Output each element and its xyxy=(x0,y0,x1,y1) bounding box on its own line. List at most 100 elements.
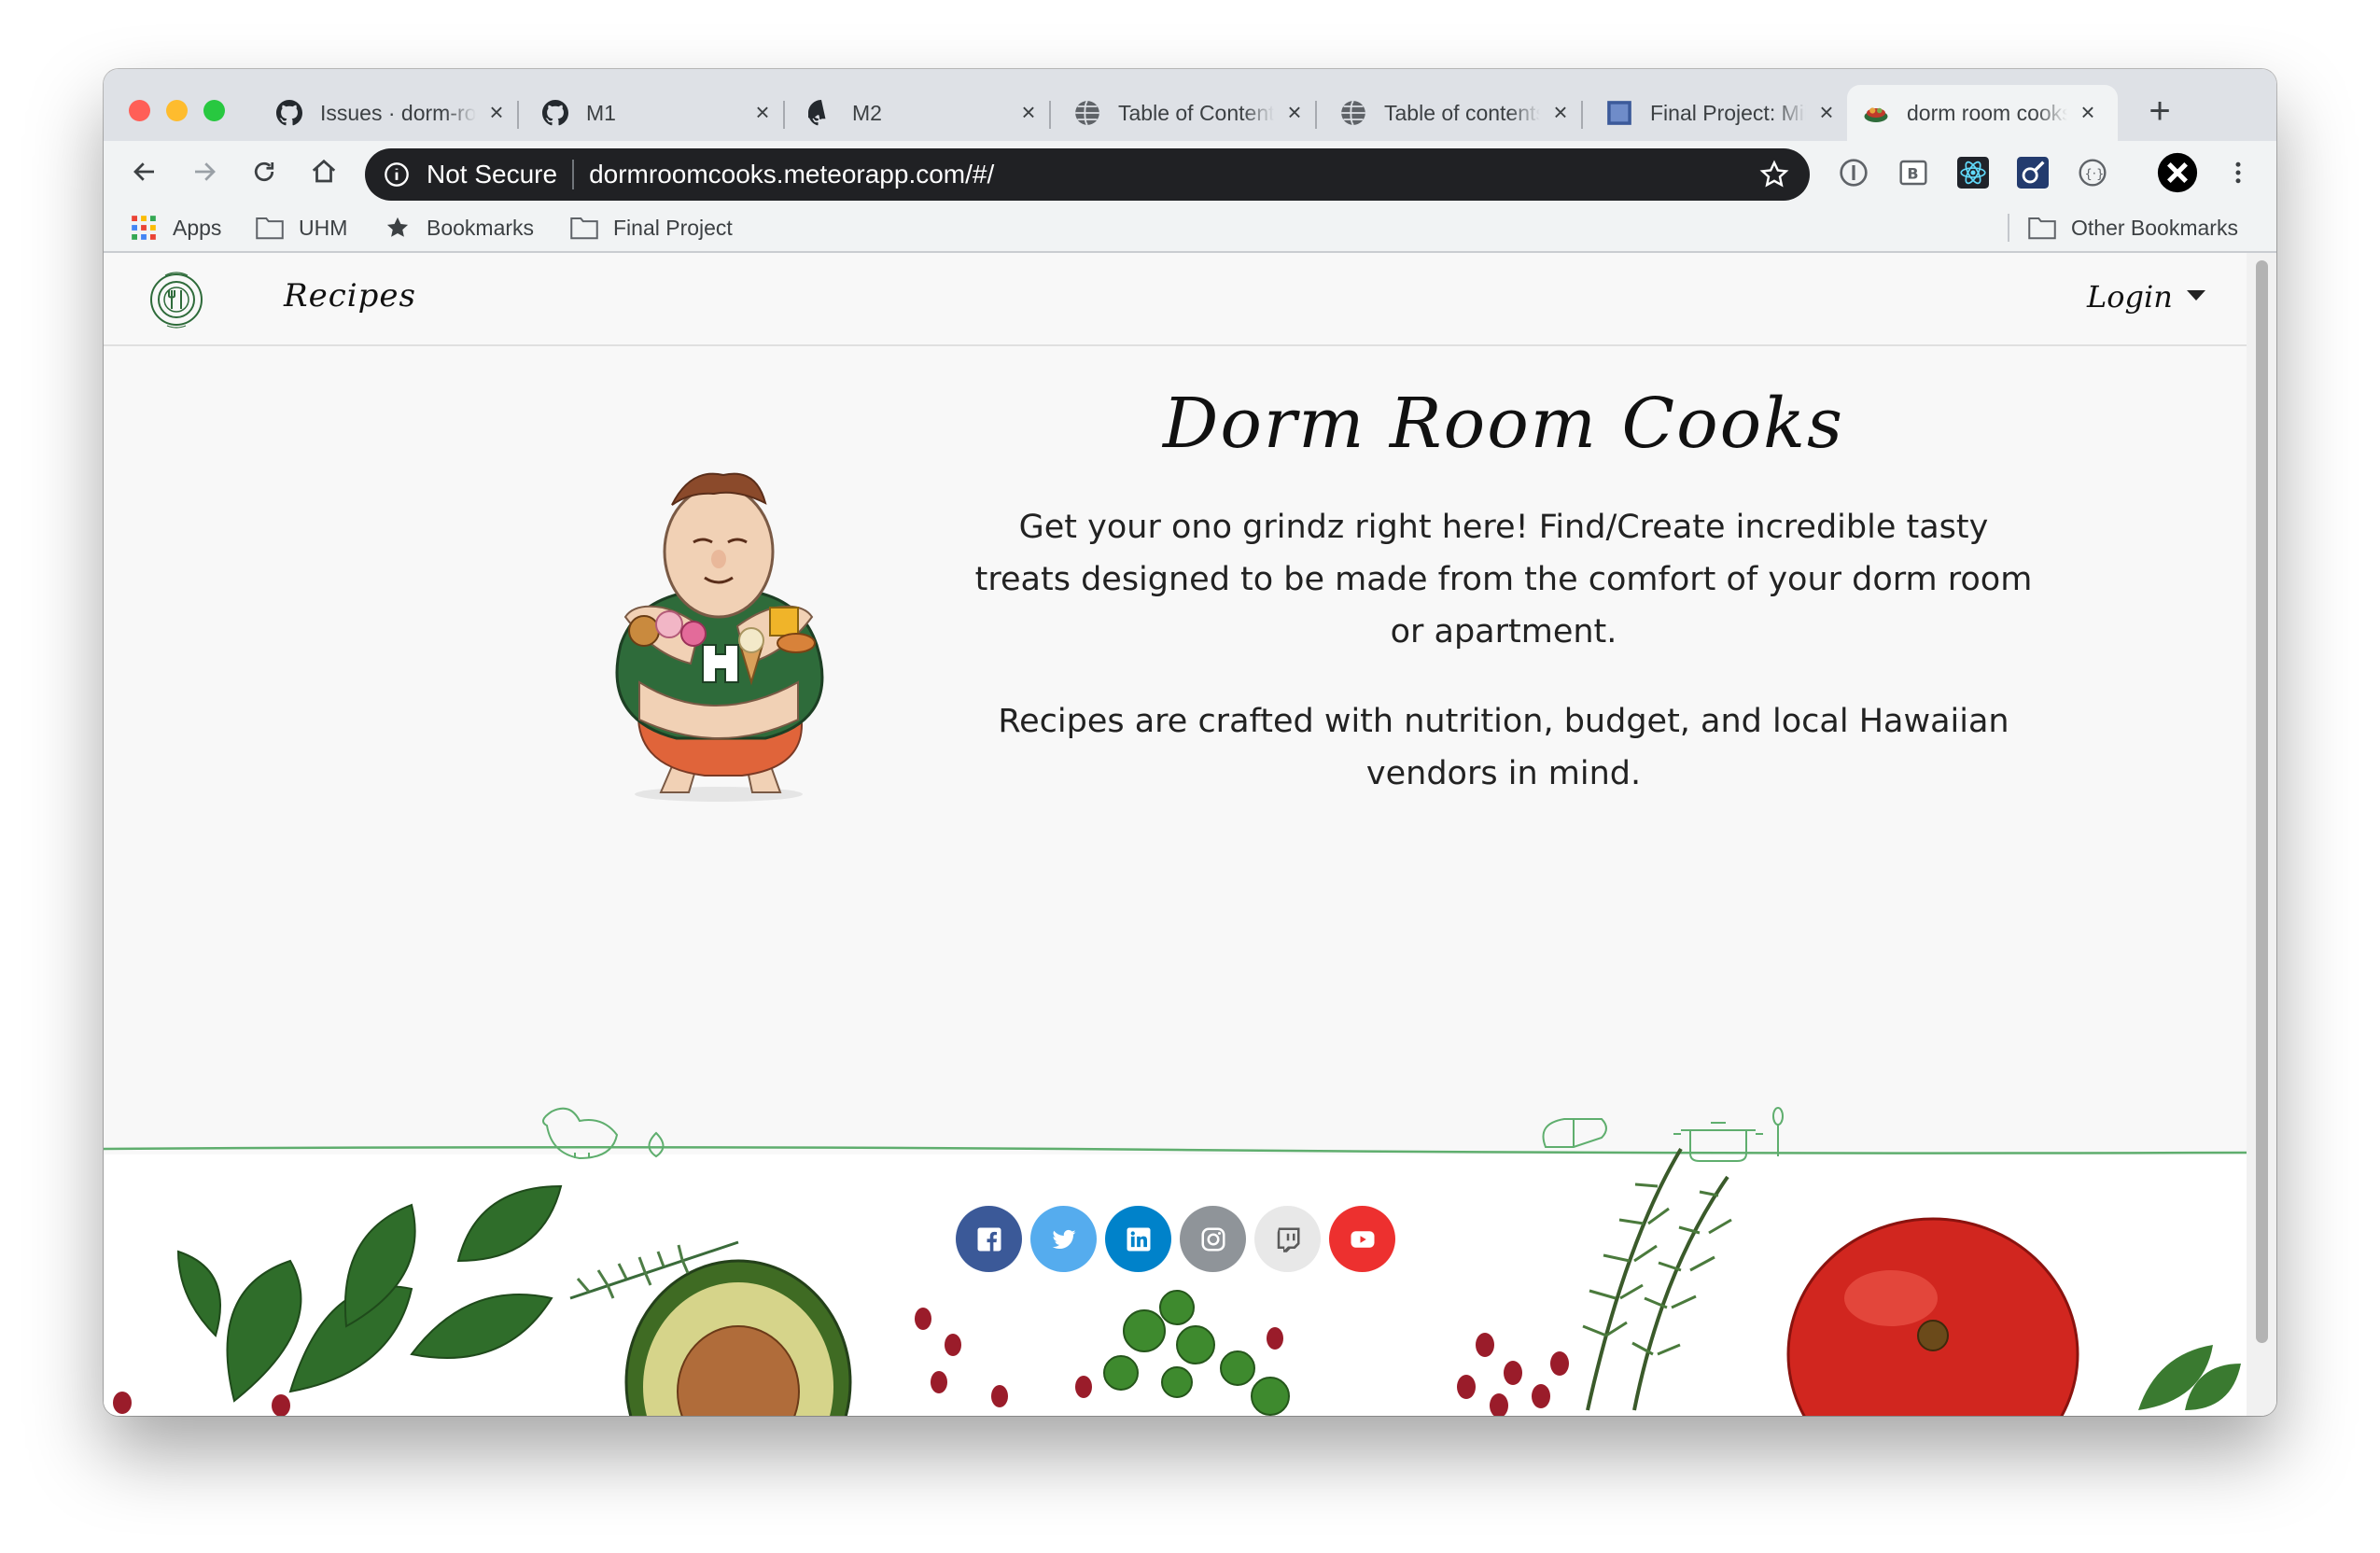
scrollbar-thumb[interactable] xyxy=(2256,260,2268,1343)
tab-dorm-room-cooks[interactable]: dorm room cooks × xyxy=(1847,85,2118,141)
bookmark-bookmarks[interactable]: Bookmarks xyxy=(384,212,534,244)
arrow-right-icon xyxy=(195,162,216,181)
tab-title: Table of Contents xyxy=(1118,100,1274,125)
hero-paragraph: Recipes are crafted with nutrition, budg… xyxy=(998,703,2009,792)
nav-login-dropdown[interactable]: Login xyxy=(2087,279,2173,315)
instagram-icon xyxy=(1201,1227,1225,1251)
home-button[interactable] xyxy=(305,153,343,190)
tab-title: M2 xyxy=(852,100,882,125)
twitch-button[interactable] xyxy=(1254,1206,1321,1272)
bookmarks-bar: Apps UHM Bookmarks Final Project Other B… xyxy=(104,203,2276,253)
bookmark-other[interactable]: Other Bookmarks xyxy=(2028,212,2238,244)
close-icon[interactable]: × xyxy=(2077,100,2099,124)
tab-issues[interactable]: Issues · dorm-room-cooks × xyxy=(260,85,526,141)
home-icon xyxy=(312,159,336,183)
info-icon[interactable] xyxy=(384,161,410,188)
reload-icon xyxy=(254,161,274,182)
bookmark-label: Bookmarks xyxy=(427,215,535,240)
youtube-button[interactable] xyxy=(1329,1206,1395,1272)
bold-extension-icon[interactable]: B xyxy=(1897,157,1929,189)
address-bar[interactable]: Not Secure dormroomcooks.meteorapp.com/#… xyxy=(365,148,1810,201)
react-devtools-icon[interactable] xyxy=(1957,157,1989,189)
close-circle-extension-icon[interactable] xyxy=(2157,152,2198,193)
forward-button[interactable] xyxy=(186,153,223,190)
site-navbar: Recipes Login xyxy=(104,253,2247,346)
reload-button[interactable] xyxy=(245,153,283,190)
tab-separator xyxy=(1049,101,1051,129)
tab-title: Table of contents xyxy=(1384,100,1540,125)
twitch-icon xyxy=(1277,1227,1299,1252)
youtube-icon xyxy=(1351,1230,1374,1248)
linkedin-button[interactable] xyxy=(1105,1206,1171,1272)
browser-toolbar: Not Secure dormroomcooks.meteorapp.com/#… xyxy=(104,141,2276,203)
globe-icon xyxy=(1339,99,1367,127)
nav-recipes-link[interactable]: Recipes xyxy=(284,277,416,315)
menu-dots-icon[interactable] xyxy=(2222,157,2254,189)
minimize-window-button[interactable] xyxy=(166,100,188,121)
json-extension-icon[interactable]: {·} xyxy=(2077,157,2108,189)
github-icon xyxy=(807,99,835,127)
tab-m1[interactable]: M1 × xyxy=(526,85,792,141)
close-icon[interactable]: × xyxy=(1815,100,1838,124)
close-icon[interactable]: × xyxy=(751,100,774,124)
tab-separator xyxy=(1581,101,1583,129)
mascot-image xyxy=(583,468,854,804)
social-links xyxy=(956,1206,1404,1272)
square-icon xyxy=(1605,99,1633,127)
bookmark-label: Other Bookmarks xyxy=(2071,215,2238,240)
bookmark-label: UHM xyxy=(299,215,348,240)
security-status[interactable]: Not Secure xyxy=(427,160,557,189)
folder-icon xyxy=(2028,214,2056,242)
tab-m2[interactable]: M2 × xyxy=(792,85,1058,141)
divider xyxy=(572,160,575,189)
close-icon[interactable]: × xyxy=(485,100,508,124)
site-logo[interactable] xyxy=(147,270,206,329)
password-extension-icon[interactable] xyxy=(1838,157,1869,189)
tab-title: dorm room cooks xyxy=(1907,100,2067,125)
tab-table-of-contents-2[interactable]: Table of contents × xyxy=(1324,85,1590,141)
bookmark-label: Apps xyxy=(173,215,222,240)
github-icon xyxy=(541,99,569,127)
tab-separator xyxy=(1315,101,1317,129)
browser-window: Issues · dorm-room-cooks × M1 × M2 × Tab… xyxy=(104,69,2276,1416)
close-icon[interactable]: × xyxy=(1017,100,1040,124)
hero-title: Dorm Room Cooks xyxy=(1162,384,1844,464)
new-tab-button[interactable]: + xyxy=(2141,92,2178,132)
linkedin-icon xyxy=(1127,1227,1150,1251)
hero-paragraph: Get your ono grindz right here! Find/Cre… xyxy=(974,509,2033,651)
bookmark-final-project[interactable]: Final Project xyxy=(570,212,733,244)
close-window-button[interactable] xyxy=(129,100,150,121)
bookmark-apps[interactable]: Apps xyxy=(130,212,221,244)
meteor-extension-icon[interactable] xyxy=(2017,157,2049,189)
arrow-left-icon xyxy=(133,162,154,181)
svg-text:B: B xyxy=(1907,165,1918,183)
close-icon[interactable]: × xyxy=(1283,100,1306,124)
apps-grid-icon xyxy=(130,214,158,242)
globe-icon xyxy=(1073,99,1101,127)
maximize-window-button[interactable] xyxy=(203,100,225,121)
twitter-button[interactable] xyxy=(1030,1206,1097,1272)
divider xyxy=(2008,214,2009,242)
close-icon[interactable]: × xyxy=(1549,100,1572,124)
tab-table-of-contents-1[interactable]: Table of Contents × xyxy=(1058,85,1324,141)
tab-title: Issues · dorm-room-cooks xyxy=(320,100,476,125)
url-text[interactable]: dormroomcooks.meteorapp.com/#/ xyxy=(589,160,994,189)
caret-down-icon[interactable] xyxy=(2187,290,2205,301)
tab-strip: Issues · dorm-room-cooks × M1 × M2 × Tab… xyxy=(104,69,2276,141)
web-page: Recipes Login Dorm Room Cooks Get your o… xyxy=(104,253,2276,1416)
tab-separator xyxy=(783,101,785,129)
star-icon xyxy=(384,214,412,242)
twitter-icon xyxy=(1052,1229,1075,1249)
instagram-button[interactable] xyxy=(1180,1206,1246,1272)
back-button[interactable] xyxy=(126,153,163,190)
bookmark-label: Final Project xyxy=(613,215,733,240)
facebook-icon xyxy=(977,1227,1001,1251)
tab-final-project[interactable]: Final Project: Milestone × xyxy=(1590,85,1856,141)
facebook-button[interactable] xyxy=(956,1206,1022,1272)
tab-separator xyxy=(517,101,519,129)
page-scrollbar[interactable] xyxy=(2247,253,2276,1416)
bookmark-uhm[interactable]: UHM xyxy=(256,212,347,244)
folder-icon xyxy=(256,214,284,242)
folder-icon xyxy=(570,214,598,242)
star-icon[interactable] xyxy=(1759,160,1789,189)
